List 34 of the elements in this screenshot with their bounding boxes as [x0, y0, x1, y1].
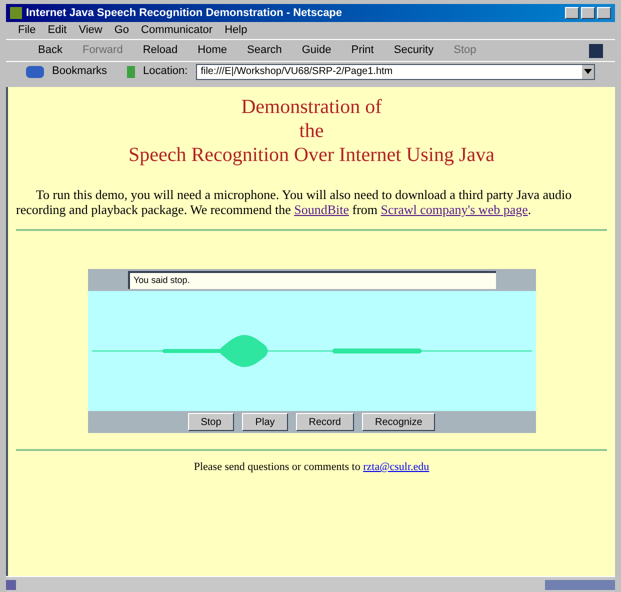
menu-item[interactable]: Communicator [141, 22, 213, 39]
toolbar-button[interactable]: Back [38, 42, 62, 59]
app-icon [10, 7, 22, 19]
footer-text: Please send questions or comments to rzta@csulr.edu [192, 460, 430, 475]
intro-paragraph: To run this demo, you will need a microphone. You will also need to download a third party Java audio recording and playback package. We recommend the SoundBite from Scrawl company's web page. [16, 187, 573, 217]
page-heading: Demonstration of [241, 95, 382, 119]
toolbar-button[interactable]: Print [351, 42, 374, 59]
link[interactable]: SoundBite [294, 202, 349, 217]
toolbar-button[interactable]: Reload [142, 42, 178, 59]
page-heading: Speech Recognition Over Internet Using Java [128, 143, 494, 167]
result-field[interactable]: You said stop. [128, 271, 496, 289]
page-heading: the [299, 119, 324, 143]
applet-button[interactable]: Record [296, 413, 354, 431]
menu-item[interactable]: Help [224, 22, 248, 39]
applet-button[interactable]: Play [242, 413, 288, 431]
applet-button[interactable]: Recognize [362, 413, 436, 431]
email-link[interactable]: rzta@csulr.edu [363, 461, 430, 473]
location-label: Location: [143, 64, 188, 80]
menu-item[interactable]: Go [114, 22, 130, 39]
toolbar-button[interactable]: Security [394, 42, 434, 59]
toolbar-button[interactable]: Guide [302, 42, 332, 59]
window-title: Internet Java Speech Recognition Demonstration - Netscape [26, 6, 344, 21]
toolbar-button[interactable]: Search [247, 42, 282, 59]
minimize-button[interactable] [565, 7, 579, 19]
applet-button[interactable]: Stop [188, 413, 234, 431]
bookmarks-button[interactable]: Bookmarks [52, 63, 108, 80]
location-field[interactable]: file:///E|/Workshop/VU68/SRP-2/Page1.htm [196, 64, 595, 80]
close-button[interactable] [597, 7, 611, 19]
menu-item[interactable]: Edit [48, 22, 67, 39]
menu-item[interactable]: View [78, 22, 102, 39]
toolbar-button[interactable]: Home [198, 42, 228, 59]
maximize-button[interactable] [581, 7, 595, 19]
link[interactable]: Scrawl company's web page [380, 202, 528, 217]
menu-item[interactable]: File [18, 22, 36, 39]
